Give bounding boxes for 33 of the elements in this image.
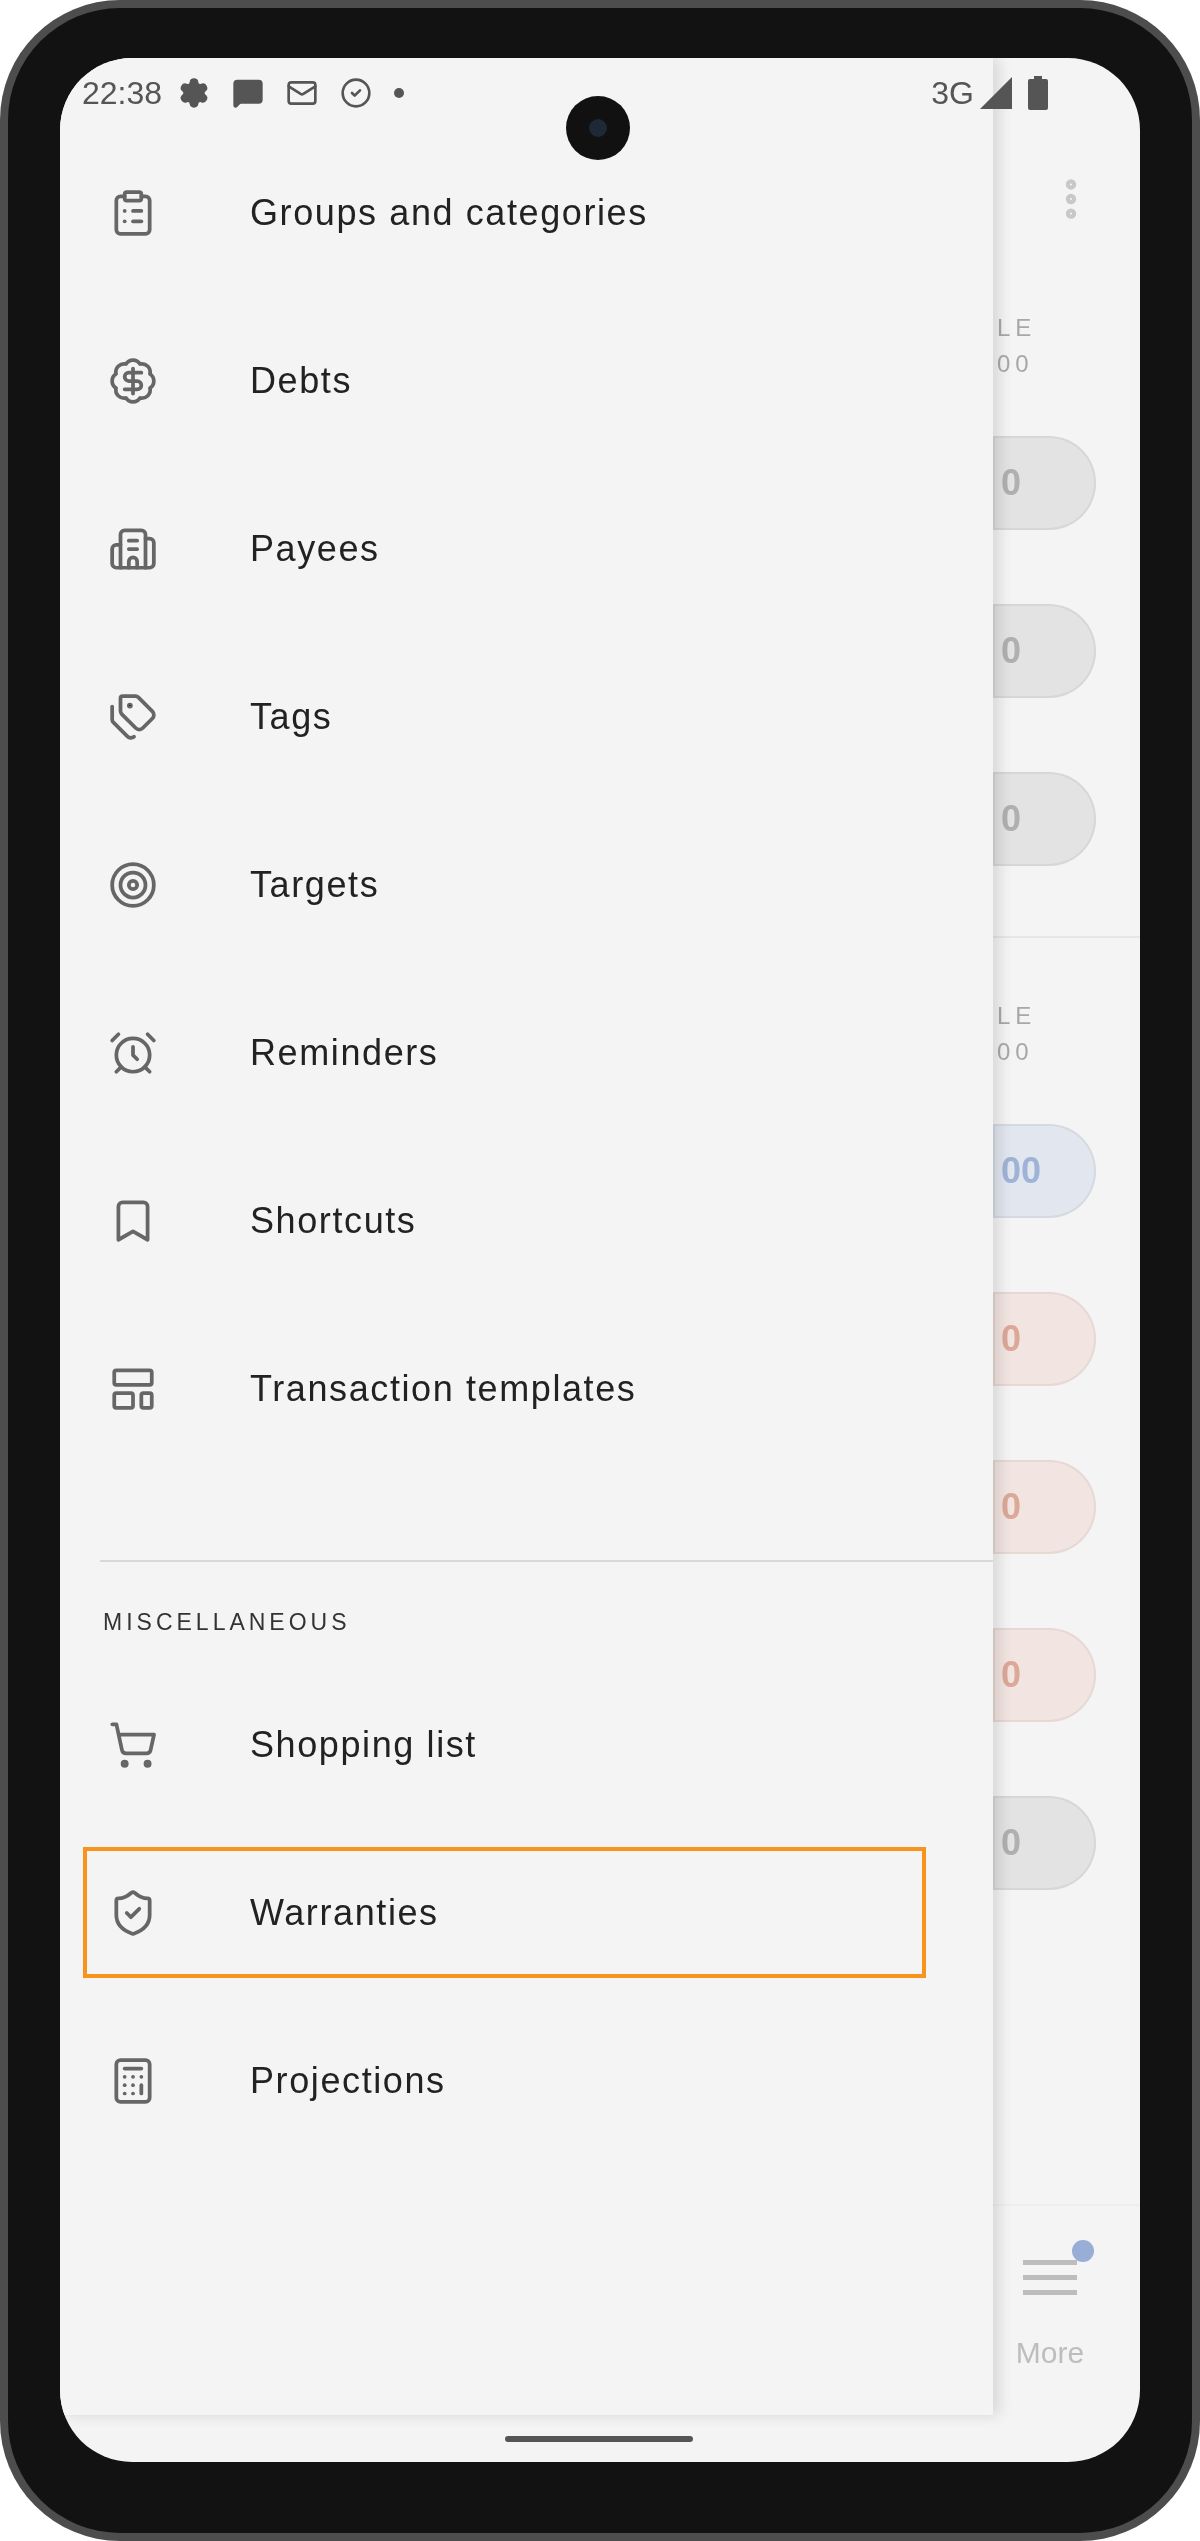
target-icon — [108, 859, 158, 910]
drawer-item[interactable]: Transaction templates — [83, 1323, 926, 1454]
drawer-item[interactable]: Warranties — [83, 1847, 926, 1978]
dot-icon — [394, 88, 405, 98]
amount-pill: 00 — [993, 1124, 1096, 1218]
drawer-item[interactable]: Payees — [83, 483, 926, 614]
amount-pill: 0 — [993, 1460, 1096, 1554]
drawer-item[interactable]: Projections — [83, 2015, 926, 2146]
amount-pill: 0 — [993, 1292, 1096, 1386]
network-type: 3G — [931, 74, 974, 113]
status-time: 22:38 — [82, 74, 163, 113]
tags-icon — [108, 691, 158, 742]
drawer-item[interactable]: Reminders — [83, 987, 926, 1118]
drawer-item[interactable]: Shopping list — [83, 1679, 926, 1810]
section-header-text: 00 — [996, 1037, 1035, 1067]
section-header-text: 00 — [996, 349, 1035, 379]
drawer-item[interactable]: Targets — [83, 819, 926, 950]
drawer-item[interactable]: Groups and categories — [83, 147, 926, 278]
battery-icon — [1028, 76, 1048, 110]
check-circle-icon — [340, 77, 373, 109]
chat-icon — [232, 77, 265, 109]
drawer-item[interactable]: Shortcuts — [83, 1155, 926, 1286]
menu-icon — [1023, 2258, 1077, 2298]
signal-icon — [980, 77, 1012, 109]
dollar-badge-icon — [108, 355, 158, 406]
cart-icon — [108, 1719, 158, 1770]
camera-cutout-icon — [566, 96, 630, 160]
drawer-item[interactable]: Tags — [83, 651, 926, 782]
drawer-item[interactable]: Debts — [83, 315, 926, 446]
section-title: MISCELLANEOUS — [103, 1608, 352, 1636]
amount-pill: 0 — [993, 1628, 1096, 1722]
section-header-text: LE — [996, 313, 1038, 343]
section-header-text: LE — [996, 1001, 1038, 1031]
